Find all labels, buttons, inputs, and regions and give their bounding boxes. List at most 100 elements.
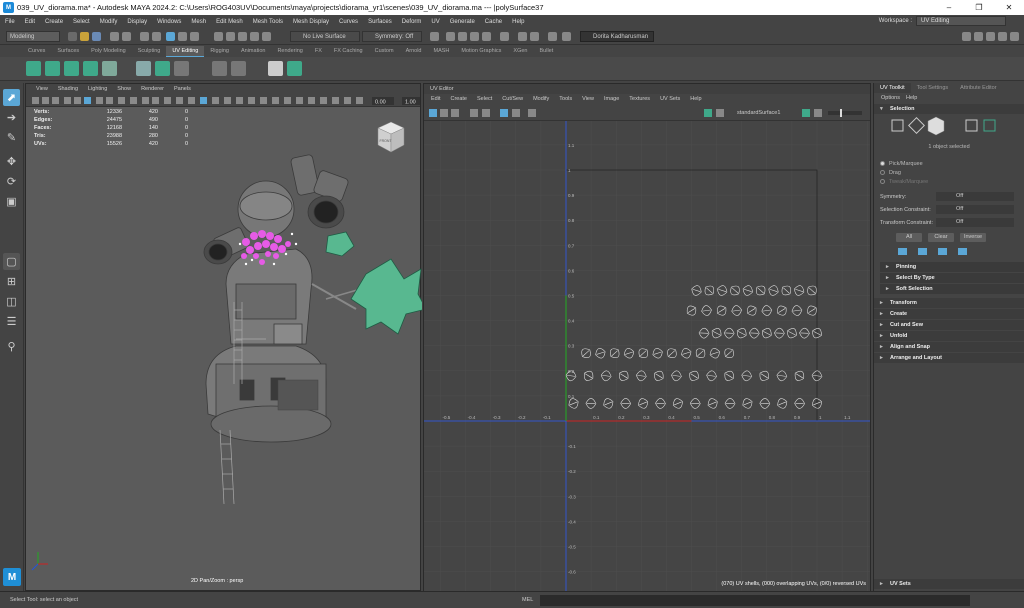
tab-attribute-editor[interactable]: Attribute Editor [954,83,1002,93]
select-tool-icon[interactable]: ⬈ [3,89,20,106]
uv-toolbar-icons[interactable] [424,105,870,121]
section-transform[interactable]: ▸ Transform [874,298,1024,308]
two-pane-layout-icon[interactable]: ◫ [3,293,20,310]
close-icon[interactable]: ✕ [994,0,1024,15]
open-scene-icon[interactable] [80,32,89,41]
layout-uvs-icon[interactable] [287,61,302,76]
single-perspective-layout-icon[interactable]: ▢ [3,253,20,270]
render-frame-icon[interactable] [446,32,455,41]
menu-select[interactable]: Select [68,19,95,25]
move-tool-icon[interactable]: ✥ [3,153,20,170]
shelf-tab-sculpting[interactable]: Sculpting [132,46,167,57]
menu-uv[interactable]: UV [426,19,444,25]
symmetry-dropdown[interactable]: Symmetry: Off [362,31,422,42]
select-object-icon[interactable] [152,32,161,41]
menu-surfaces[interactable]: Surfaces [363,19,397,25]
camera-based-map-icon[interactable] [102,61,117,76]
menu-windows[interactable]: Windows [152,19,186,25]
spherical-map-icon[interactable] [64,61,79,76]
section-unfold[interactable]: ▸ Unfold [874,331,1024,341]
uv-menu-edit[interactable]: Edit [426,94,445,105]
menu-mesh-display[interactable]: Mesh Display [288,19,334,25]
modeling-toolkit-icon[interactable] [962,32,971,41]
shelf-tab-surfaces[interactable]: Surfaces [51,46,85,57]
viewport-menu-show[interactable]: Show [112,84,136,95]
subsection-select-by-type[interactable]: ▸ Select By Type [880,273,1024,283]
viewport-menu-lighting[interactable]: Lighting [83,84,112,95]
viewport-toolbar-icons[interactable]: 0.00 1.00 [26,95,422,107]
menu-mesh-tools[interactable]: Mesh Tools [248,19,288,25]
menu-curves[interactable]: Curves [334,19,363,25]
section-align-and-snap[interactable]: ▸ Align and Snap [874,342,1024,352]
lasso-tool-icon[interactable]: ➔ [3,109,20,126]
render-settings-icon[interactable] [482,32,491,41]
cut-uv-icon[interactable] [136,61,151,76]
shelf-tab-mash[interactable]: MASH [427,46,455,57]
uv-canvas[interactable]: -0.5 -0.4 -0.3 -0.2 -0.1 0.1 0.2 0.3 0.4 0.5 0.6 0.… [424,121,870,591]
menu-mesh[interactable]: Mesh [186,19,211,25]
uv-menu-view[interactable]: View [577,94,599,105]
shelf-tab-bullet[interactable]: Bullet [534,46,560,57]
selection-constraint-dropdown[interactable]: Off [936,205,1014,214]
menu-help[interactable]: Help [507,19,529,25]
hypershade-icon[interactable] [500,32,509,41]
shelf-tab-xgen[interactable]: XGen [507,46,533,57]
menu-display[interactable]: Display [122,19,152,25]
scale-tool-icon[interactable]: ▣ [3,193,20,210]
shelf-tab-poly-modeling[interactable]: Poly Modeling [85,46,132,57]
rotate-tool-icon[interactable]: ⟳ [3,173,20,190]
tab-uv-toolkit[interactable]: UV Toolkit [874,83,911,93]
view-cube[interactable]: FRONT [376,120,406,154]
select-component-icon[interactable] [166,32,175,41]
uv-menu-tools[interactable]: Tools [554,94,577,105]
tool-settings-icon[interactable] [986,32,995,41]
menu-file[interactable]: File [0,19,20,25]
viewport-menu-panels[interactable]: Panels [169,84,196,95]
shelf-tab-fx[interactable]: FX [309,46,328,57]
symmetry-dropdown[interactable]: Off [936,192,1014,201]
menu-set-dropdown[interactable]: Modeling [6,31,60,42]
lock-selection-icon[interactable] [178,32,187,41]
channel-box-icon[interactable] [998,32,1007,41]
shelf-tab-motion-graphics[interactable]: Motion Graphics [455,46,507,57]
shelf-tab-rendering[interactable]: Rendering [271,46,308,57]
uv-editor-mesh-dropdown[interactable]: standardSurface1 [737,110,780,116]
light-editor-icon[interactable] [562,32,571,41]
render-sequence-icon[interactable] [458,32,467,41]
maximize-icon[interactable]: ❐ [964,0,994,15]
inverse-selection-button[interactable]: Inverse [960,233,986,242]
sew-tool-icon[interactable] [231,61,246,76]
radio-drag[interactable]: Drag [874,168,1024,177]
shelf-tab-fx-caching[interactable]: FX Caching [328,46,369,57]
snap-curve-icon[interactable] [226,32,235,41]
new-scene-icon[interactable] [68,32,77,41]
redo-icon[interactable] [122,32,131,41]
outliner-layout-icon[interactable]: ☰ [3,313,20,330]
shelf-tab-uv-editing[interactable]: UV Editing [166,46,205,57]
uv-menu-textures[interactable]: Textures [624,94,655,105]
highlight-selection-icon[interactable] [190,32,199,41]
attribute-editor-icon[interactable] [974,32,983,41]
arnold-ipr-icon[interactable] [530,32,539,41]
menu-edit[interactable]: Edit [20,19,40,25]
construction-history-icon[interactable] [430,32,439,41]
user-account-dropdown[interactable]: Dorita Kadharusman [580,31,654,42]
uv-menu-select[interactable]: Select [472,94,497,105]
live-surface-field[interactable]: No Live Surface [290,31,360,42]
transform-constraint-dropdown[interactable]: Off [936,218,1014,227]
shelf-tab-animation[interactable]: Animation [235,46,271,57]
menu-cache[interactable]: Cache [480,19,507,25]
uv-menu-help[interactable]: Help [685,94,706,105]
shelf-tab-curves[interactable]: Curves [22,46,51,57]
minimize-icon[interactable]: – [934,0,964,15]
shelf-tab-rigging[interactable]: Rigging [204,46,235,57]
section-cut-and-sew[interactable]: ▸ Cut and Sew [874,320,1024,330]
snap-surface-icon[interactable] [262,32,271,41]
automatic-map-icon[interactable] [83,61,98,76]
select-hierarchy-icon[interactable] [140,32,149,41]
workspace-dropdown[interactable]: UV Editing [916,16,1006,26]
subsection-pinning[interactable]: ▸ Pinning [880,262,1024,272]
uv-toolkit-menu-options[interactable]: Options [878,93,903,103]
menu-modify[interactable]: Modify [95,19,123,25]
radio-tweak-marquee[interactable]: Tweak/Marquee [874,177,1024,186]
